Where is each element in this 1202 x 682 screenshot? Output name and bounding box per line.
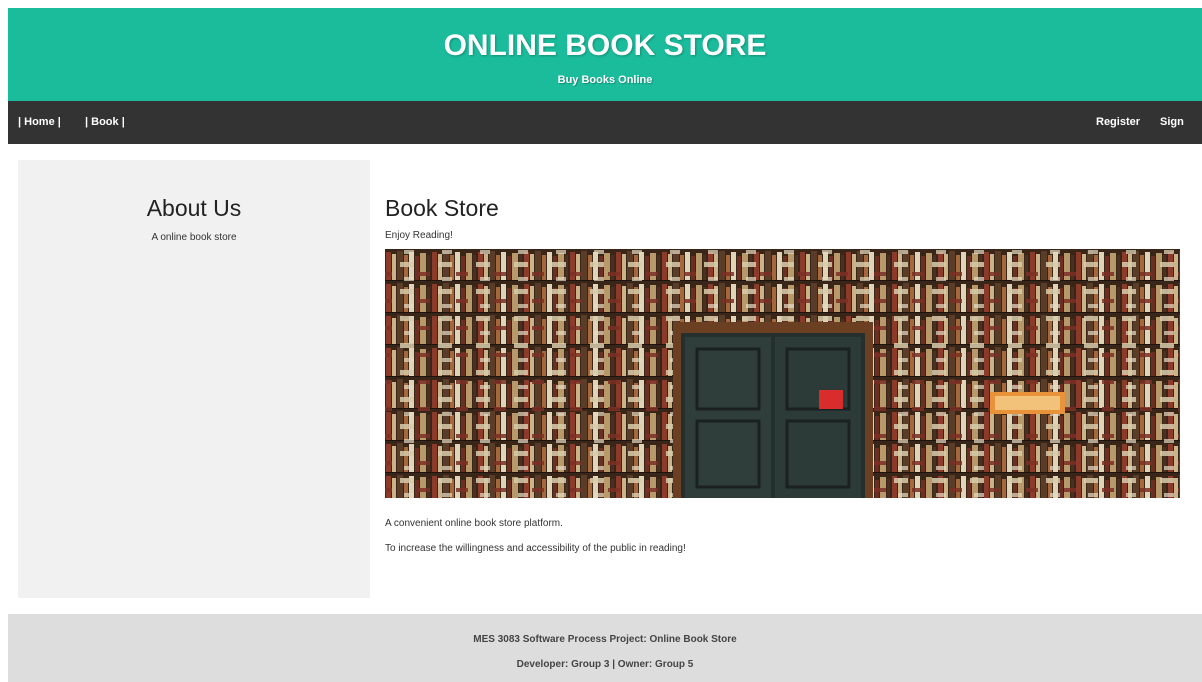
site-header: ONLINE BOOK STORE Buy Books Online [8, 8, 1202, 101]
intro-paragraph-1: A convenient online book store platform. [385, 518, 563, 529]
main-heading: Book Store [385, 195, 499, 221]
footer-project-line: MES 3083 Software Process Project: Onlin… [473, 634, 737, 645]
top-navbar: | Home | | Book | Register Sign in [8, 101, 1202, 171]
bookshelf-banner-image [385, 249, 1180, 498]
nav-home-link[interactable]: | Home | [8, 101, 71, 144]
site-subtitle: Buy Books Online [557, 74, 653, 86]
intro-paragraph-2: To increase the willingness and accessib… [385, 543, 686, 554]
nav-book-link[interactable]: | Book | [75, 101, 135, 144]
main-subheading: Enjoy Reading! [385, 230, 453, 241]
site-footer: MES 3083 Software Process Project: Onlin… [8, 614, 1202, 682]
nav-signin-link[interactable]: Sign in [1150, 101, 1202, 171]
about-heading: About Us [146, 195, 242, 221]
about-text: A online book store [151, 232, 237, 243]
about-sidebar: About Us A online book store [18, 160, 370, 598]
main-content: Book Store Enjoy Reading! [385, 160, 1180, 241]
site-title: ONLINE BOOK STORE [443, 29, 767, 62]
nav-register-link[interactable]: Register [1086, 101, 1150, 144]
footer-credits-line: Developer: Group 3 | Owner: Group 5 [516, 659, 694, 670]
bookshelf-illustration [385, 249, 1180, 498]
